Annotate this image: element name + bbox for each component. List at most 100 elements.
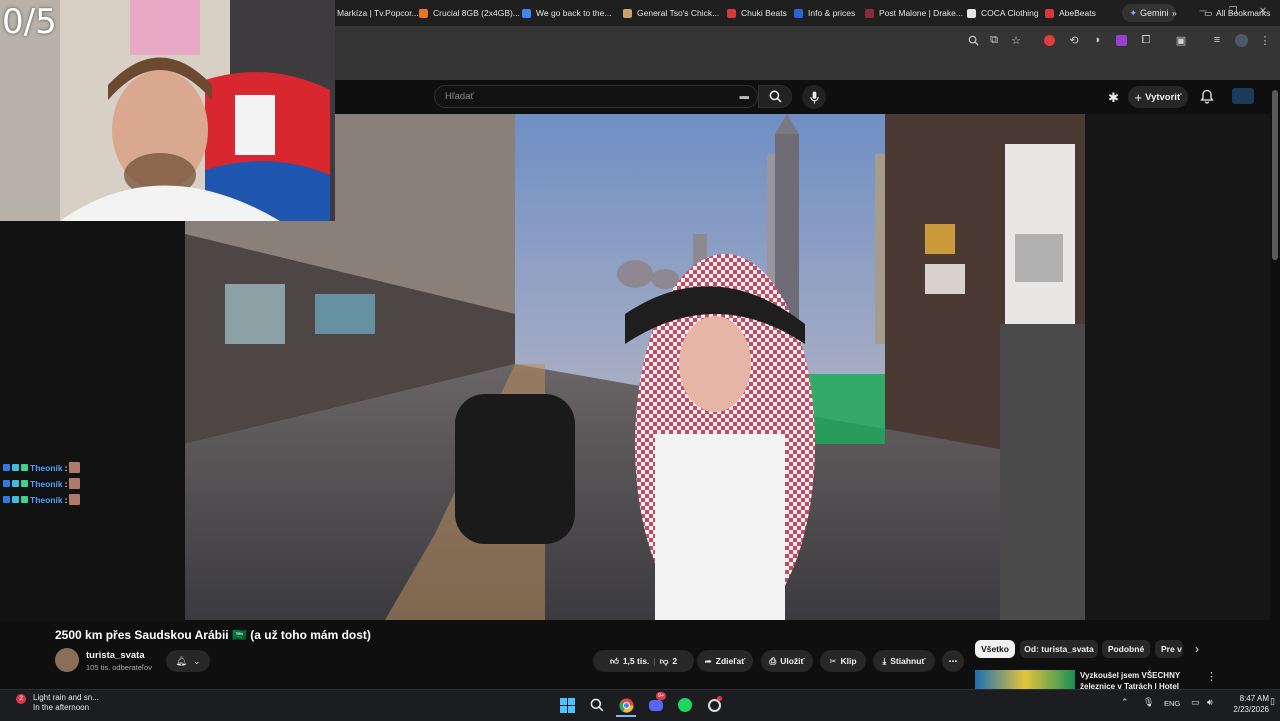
badge-icon [21,480,28,487]
channel-name[interactable]: turista_svata [86,650,145,661]
chip-from-channel[interactable]: Od: turista_svata [1020,640,1098,658]
clock-time: 8:47 AM [1239,694,1269,703]
thumbs-up-icon: 👍︎ [609,655,619,666]
chat-username[interactable]: Theonik [30,479,63,489]
bookmark-favicon [419,8,428,18]
microphone-icon [809,90,819,104]
emote-icon [69,478,81,489]
bookmark-star-icon[interactable]: ☆ [1008,32,1024,48]
discord-badge: 9+ [656,692,666,700]
video-title: 2500 km přes Saudskou Arábii 🇸🇦 (a už to… [55,628,371,642]
like-dislike-group: 👍︎ 1,5 tis. | 👎︎ 2 [593,650,694,672]
recommended-menu-icon[interactable]: ⋮ [1206,670,1217,683]
cast-icon[interactable]: ⧉ [986,32,1002,48]
more-icon: ⋯ [948,655,958,666]
keyboard-icon[interactable]: ▬ [740,86,750,107]
bookmark-item[interactable]: Post Malone | Drake... [865,5,963,21]
volume-icon[interactable]: 🔊︎ [1207,697,1213,708]
chrome-taskbar-icon[interactable] [616,695,636,717]
badge-icon [12,464,19,471]
bookmark-item[interactable]: Chuki Beats [727,5,787,21]
search-icon [769,90,781,103]
tray-overflow-icon[interactable]: ⌃ [1121,697,1129,708]
extensions-puzzle-icon[interactable]: ⧠ [1138,32,1154,48]
tray-microphone-icon[interactable]: 🎙︎ [1143,697,1154,708]
channel-avatar[interactable] [55,648,79,672]
spotify-taskbar-icon[interactable] [675,695,695,715]
recording-indicator [717,696,722,701]
reading-list-icon[interactable]: ≡ [1209,32,1225,48]
chip-for-you[interactable]: Pre v [1155,640,1183,658]
extension-purple-icon[interactable] [1113,32,1129,48]
recommended-thumbnail[interactable] [975,670,1075,690]
badge-icon [3,496,10,503]
download-button[interactable]: ⤓ Stiahnuť [873,650,935,672]
notifications-icon[interactable]: ▯ [1270,696,1275,707]
chat-username[interactable]: Theonik [30,463,63,473]
extension-audio-icon[interactable]: ◗ [1090,32,1106,48]
bookmark-favicon [794,8,803,18]
emote-icon [69,462,81,473]
voice-search-button[interactable] [802,85,826,109]
subscriber-count: 105 tis. odberateľov [86,663,152,672]
bookmark-item[interactable]: General Tso's Chick... [623,5,719,21]
badge-icon [12,496,19,503]
badge-icon [21,464,28,471]
chat-message: Theonik: [3,493,81,506]
bookmark-favicon [522,8,531,18]
bookmark-item[interactable]: AbeBeats [1045,5,1096,21]
windows-start-icon[interactable] [557,695,577,715]
search-input[interactable]: Hľadať ▬ [434,85,758,108]
chip-related[interactable]: Podobné [1102,640,1150,658]
bookmark-item[interactable]: We go back to the... [522,5,611,21]
search-button[interactable] [758,85,792,108]
bookmark-favicon [623,8,632,18]
recommended-title[interactable]: Vyzkoušel jsem VŠECHNY železnice v Tatrá… [1080,670,1202,690]
weather-widget[interactable]: Light rain and sn... In the afternoon [33,693,99,713]
theater-side-area [1085,114,1270,620]
notifications-bell-icon[interactable] [1200,89,1214,109]
bookmark-item[interactable]: Crucial 8GB (2x4GB)... [419,5,520,21]
bookmark-item[interactable]: Markíza | Tv.Popcor... [337,5,419,21]
bookmarks-overflow-icon[interactable]: » [1172,5,1177,21]
like-button[interactable]: 👍︎ 1,5 tis. [610,656,649,667]
create-button[interactable]: + Vytvoriť [1128,86,1188,108]
gemini-button[interactable]: ✦ Gemini [1122,4,1176,22]
all-bookmarks-button[interactable]: ▭ All Bookmarks [1204,5,1270,21]
clock-date: 2/23/2026 [1233,705,1269,714]
account-avatar[interactable] [1232,88,1254,104]
chat-message: Theonik: [3,477,81,490]
subscribed-bell-button[interactable]: 🔔︎ ⌄ [166,650,210,672]
bookmark-item[interactable]: Info & prices [794,5,855,21]
zoom-icon[interactable] [965,32,981,48]
extension-red-icon[interactable] [1041,32,1057,48]
language-indicator[interactable]: ENG [1164,699,1180,708]
chat-separator: : [64,478,68,489]
bookmark-favicon [967,8,976,18]
thumbs-down-icon: 👎︎ [659,655,669,666]
badge-icon [3,480,10,487]
profile-avatar[interactable] [1233,32,1249,48]
sidepanel-icon[interactable]: ▣ [1173,32,1189,48]
chevron-right-icon[interactable]: › [1195,642,1199,656]
stream-overlay-panel [0,221,185,621]
system-clock[interactable]: 8:47 AM 2/23/2026 [1225,693,1269,715]
more-actions-button[interactable]: ⋯ [942,650,964,672]
share-button[interactable]: ➦ Zdieľať [697,650,753,672]
bookmark-item[interactable]: COCA Clothing [967,5,1039,21]
gemini-icon: ✦ [1129,7,1138,18]
page-scrollbar[interactable] [1272,90,1278,260]
bookmark-favicon [1045,8,1054,18]
sparkle-icon[interactable]: ✱ [1108,90,1119,106]
chip-all[interactable]: Všetko [975,640,1015,658]
network-icon[interactable]: ▭ [1191,697,1200,708]
save-button[interactable]: ⎙ Uložiť [761,650,813,672]
taskbar-search-icon[interactable] [587,695,607,715]
chrome-menu-icon[interactable]: ⋮ [1257,32,1273,48]
extension-grey-icon[interactable]: ⟲ [1066,32,1082,48]
windows-taskbar [0,689,1280,721]
chat-username[interactable]: Theonik [30,495,63,505]
clip-button[interactable]: ✂ Klip [820,650,866,672]
dislike-button[interactable]: 👎︎ 2 [660,656,677,667]
download-icon: ⤓ [882,655,887,666]
